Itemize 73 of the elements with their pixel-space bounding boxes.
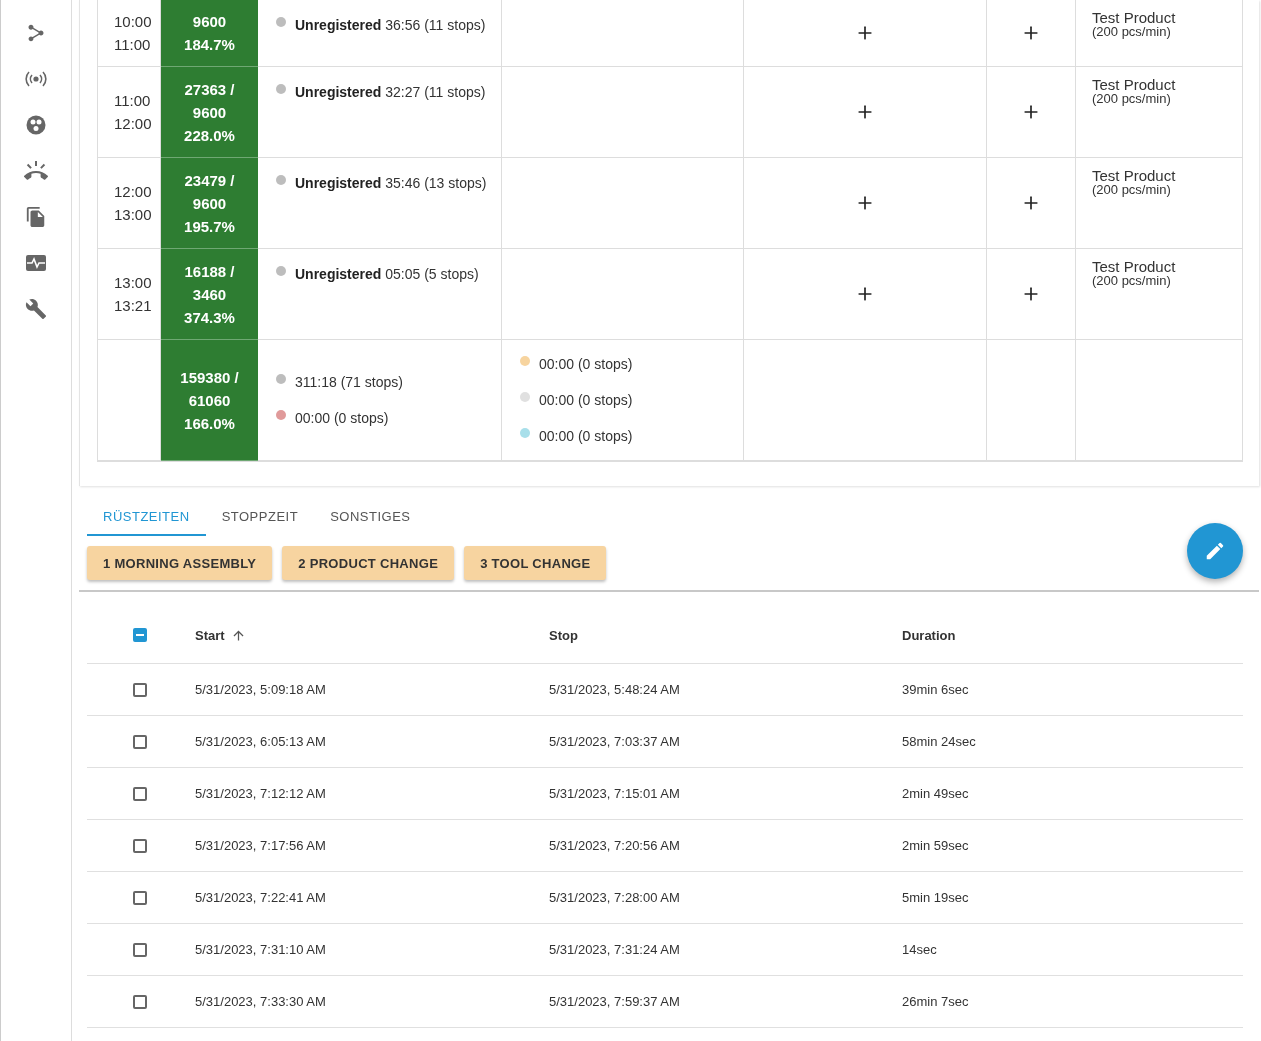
tab[interactable]: SONSTIGES (314, 498, 427, 536)
row-checkbox[interactable] (133, 786, 147, 801)
time-end: 13:00 (114, 205, 153, 225)
product-name: Test Product (1092, 10, 1177, 25)
stop-summary: 00:00 (0 stops) (539, 427, 633, 446)
table-cell: 58min 24sec (902, 734, 976, 749)
table-cell: 5/31/2023, 7:33:30 AM (195, 994, 326, 1009)
row-checkbox[interactable] (133, 838, 147, 853)
stop-summary: 00:00 (0 stops) (295, 409, 389, 428)
circles-icon[interactable] (24, 114, 48, 136)
stop-summary: Unregistered 32:27 (11 stops) (295, 83, 486, 102)
table-cell: 5/31/2023, 7:03:37 AM (549, 734, 680, 749)
stop-summary: Unregistered 36:56 (11 stops) (295, 16, 486, 35)
table-cell: 5/31/2023, 7:12:12 AM (195, 786, 326, 801)
edit-button[interactable] (1187, 523, 1243, 579)
row-checkbox[interactable] (133, 994, 147, 1009)
phone-icon[interactable] (24, 160, 48, 182)
time-end: 13:21 (114, 296, 153, 316)
row-checkbox[interactable] (133, 942, 147, 957)
time-start: 13:00 (114, 273, 153, 293)
table-cell: 5/31/2023, 5:09:18 AM (195, 682, 326, 697)
stop-summary: 00:00 (0 stops) (539, 355, 633, 374)
stop-summary: 311:18 (71 stops) (295, 373, 403, 392)
reason-button[interactable]: 2 PRODUCT CHANGE (282, 546, 455, 580)
row-checkbox[interactable] (133, 890, 147, 905)
table-cell: 5/31/2023, 6:05:13 AM (195, 734, 326, 749)
reason-button[interactable]: 1 MORNING ASSEMBLY (87, 546, 273, 580)
output-cell: 23479 / 9600 195.7% (161, 158, 258, 249)
table-cell: 5/31/2023, 7:59:37 AM (549, 994, 680, 1009)
product-rate: (200 pcs/min) (1092, 274, 1172, 287)
product-name: Test Product (1092, 77, 1177, 92)
table-cell: 5/31/2023, 7:17:56 AM (195, 838, 326, 853)
table-cell: 14sec (902, 942, 937, 957)
time-end: 11:00 (114, 35, 152, 55)
wrench-icon[interactable] (24, 298, 48, 320)
table-cell: 2min 49sec (902, 786, 969, 801)
time-end: 12:00 (114, 114, 153, 134)
time-start: 12:00 (114, 182, 153, 202)
table-cell: 5/31/2023, 7:28:00 AM (549, 890, 680, 905)
pencil-icon[interactable] (1204, 540, 1226, 562)
row-checkbox[interactable] (133, 682, 147, 697)
stop-summary: 00:00 (0 stops) (539, 391, 633, 410)
product-rate: (200 pcs/min) (1092, 25, 1172, 38)
table-cell: 5/31/2023, 7:31:24 AM (549, 942, 680, 957)
table-cell: 5min 19sec (902, 890, 969, 905)
heart-monitor-icon[interactable] (24, 252, 48, 274)
time-start: 11:00 (114, 91, 152, 111)
product-name: Test Product (1092, 259, 1177, 274)
product-name: Test Product (1092, 168, 1177, 183)
product-rate: (200 pcs/min) (1092, 92, 1172, 105)
stop-summary: Unregistered 05:05 (5 stops) (295, 265, 479, 284)
output-cell: 16188 / 3460 374.3% (161, 249, 258, 340)
table-cell: 5/31/2023, 7:20:56 AM (549, 838, 680, 853)
output-cell: 159380 / 61060 166.0% (161, 340, 258, 461)
column-header[interactable]: Stop (549, 627, 578, 643)
product-rate: (200 pcs/min) (1092, 183, 1172, 196)
select-all-checkbox[interactable] (133, 628, 147, 642)
table-cell: 2min 59sec (902, 838, 969, 853)
reason-button[interactable]: 3 TOOL CHANGE (464, 546, 607, 580)
table-cell: 5/31/2023, 7:15:01 AM (549, 786, 680, 801)
column-header[interactable]: Start (195, 627, 246, 643)
output-cell: 9600 184.7% (161, 0, 258, 67)
column-header[interactable]: Duration (902, 627, 956, 643)
table-cell: 5/31/2023, 7:31:10 AM (195, 942, 326, 957)
table-cell: 39min 6sec (902, 682, 969, 697)
stop-summary: Unregistered 35:46 (13 stops) (295, 174, 487, 193)
output-cell: 27363 / 9600 228.0% (161, 67, 258, 158)
table-cell: 5/31/2023, 7:22:41 AM (195, 890, 326, 905)
table-cell: 26min 7sec (902, 994, 969, 1009)
tab[interactable]: STOPPZEIT (205, 498, 315, 536)
table-cell: 5/31/2023, 5:48:24 AM (549, 682, 680, 697)
time-start: 10:00 (114, 12, 153, 32)
row-checkbox[interactable] (133, 734, 147, 749)
